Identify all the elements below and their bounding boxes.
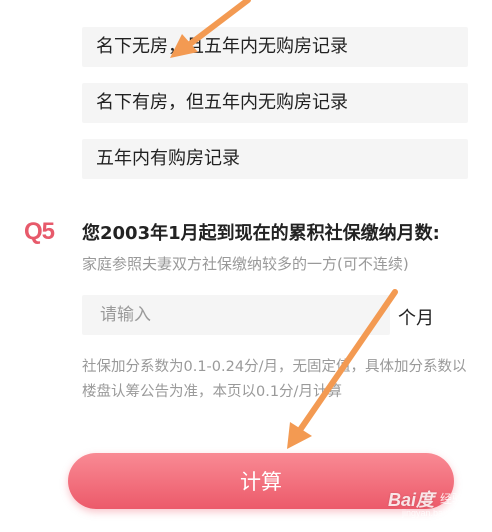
question-subtitle: 家庭参照夫妻双方社保缴纳较多的一方(可不连续)	[82, 255, 409, 273]
question-title: 您2003年1月起到现在的累积社保缴纳月数:	[82, 223, 440, 244]
option-has-house-no-record[interactable]: 名下有房，但五年内无购房记录	[82, 83, 468, 123]
option-no-house-no-record[interactable]: 名下无房，且五年内无购房记录	[82, 27, 468, 67]
baidu-watermark-text: 经验	[440, 492, 465, 506]
question-number: Q5	[24, 218, 55, 245]
social-security-months-input[interactable]	[82, 295, 390, 335]
baidu-watermark-url: jingyan.baidu.com	[402, 508, 475, 518]
option-has-purchase-record[interactable]: 五年内有购房记录	[82, 139, 468, 179]
scoring-note: 社保加分系数为0.1-0.24分/月，无固定值，具体加分系数以楼盘认筹公告为准，…	[82, 359, 467, 400]
unit-label: 个月	[398, 308, 434, 329]
